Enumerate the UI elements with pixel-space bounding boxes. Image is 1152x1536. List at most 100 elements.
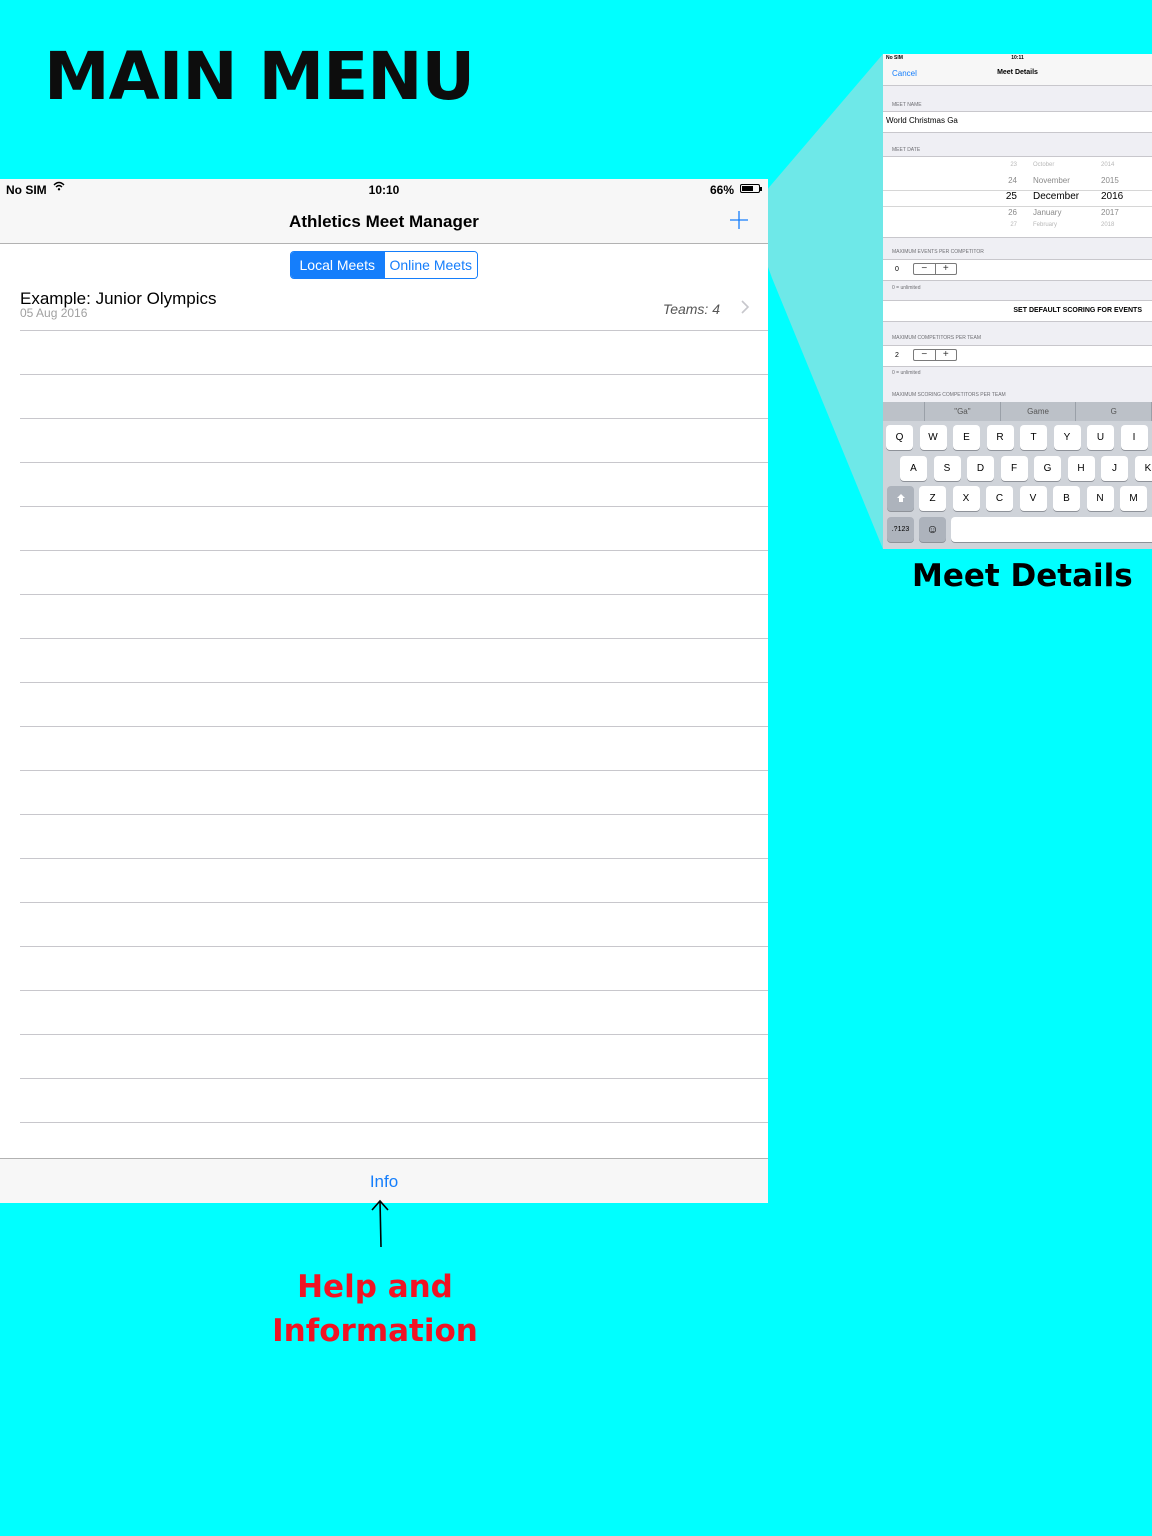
- unlimited-hint: 0 = unlimited: [892, 285, 921, 291]
- table-row-separator: [20, 726, 768, 727]
- decrement-button[interactable]: −: [914, 350, 935, 360]
- table-row-separator: [20, 814, 768, 815]
- picker-row: 23 October 2014: [883, 162, 1152, 177]
- unlimited-hint: 0 = unlimited: [892, 370, 921, 376]
- decrement-button[interactable]: −: [914, 264, 935, 274]
- keyboard-key[interactable]: H: [1067, 456, 1095, 481]
- meet-date-label: MEET DATE: [892, 147, 921, 153]
- increment-button[interactable]: +: [934, 264, 957, 274]
- suggestion-item[interactable]: "Ga": [925, 402, 1001, 421]
- table-row-separator: [20, 418, 768, 419]
- max-competitors-label: MAXIMUM COMPETITORS PER TEAM: [892, 335, 981, 341]
- table-row-separator: [20, 946, 768, 947]
- picker-year: 2016: [1101, 191, 1124, 202]
- meet-details-screen: No SIM 10:11 Cancel Meet Details MEET NA…: [883, 54, 1152, 549]
- keyboard-key[interactable]: U: [1087, 425, 1114, 450]
- max-events-row: 0 − +: [883, 259, 1152, 281]
- picker-month: December: [1033, 191, 1080, 202]
- meet-name-field[interactable]: World Christmas Ga: [883, 111, 1152, 133]
- picker-year: 2018: [1101, 222, 1115, 228]
- keyboard-key[interactable]: Q: [886, 425, 913, 450]
- picker-day: 27: [1010, 222, 1017, 228]
- keyboard-key[interactable]: E: [953, 425, 980, 450]
- segment-local-meets[interactable]: Local Meets: [291, 252, 384, 278]
- help-caption-line2: Information: [272, 1313, 478, 1349]
- keyboard-key[interactable]: N: [1086, 486, 1114, 511]
- meet-list-row[interactable]: Example: Junior Olympics 05 Aug 2016 Tea…: [20, 287, 768, 331]
- table-row-separator: [20, 990, 768, 991]
- keyboard-key[interactable]: B: [1053, 486, 1080, 511]
- picker-year: 2017: [1101, 208, 1119, 217]
- meet-date: 05 Aug 2016: [20, 306, 88, 320]
- set-default-scoring-button[interactable]: SET DEFAULT SCORING FOR EVENTS: [1013, 307, 1142, 314]
- suggestion-bar: "Ga" Game G: [883, 402, 1152, 421]
- info-button[interactable]: Info: [0, 1172, 768, 1192]
- on-screen-keyboard: "Ga" Game G QWERTYUI ASDFGHJK ZXCVBNM .?…: [883, 402, 1152, 549]
- status-bar: No SIM 10:10 66%: [0, 179, 768, 199]
- app-title: Athletics Meet Manager: [289, 212, 479, 231]
- bottom-toolbar: Info: [0, 1158, 768, 1203]
- suggestion-item[interactable]: Game: [1001, 402, 1077, 421]
- max-events-stepper: − +: [913, 263, 957, 275]
- battery-icon: [740, 184, 762, 193]
- max-scoring-label: MAXIMUM SCORING COMPETITORS PER TEAM: [892, 392, 1006, 398]
- emoji-key[interactable]: ☺: [919, 517, 946, 542]
- picker-month: October: [1033, 162, 1055, 168]
- meet-name-label: MEET NAME: [892, 102, 922, 108]
- help-caption: Help and Information: [255, 1265, 495, 1353]
- keyboard-key[interactable]: T: [1020, 425, 1047, 450]
- max-events-label: MAXIMUM EVENTS PER COMPETITOR: [892, 249, 984, 255]
- meet-source-segmented-control: Local Meets Online Meets: [290, 251, 478, 279]
- keyboard-key[interactable]: D: [967, 456, 994, 481]
- meet-name-value: World Christmas Ga: [886, 116, 958, 125]
- table-row-separator: [20, 1034, 768, 1035]
- table-row-separator: [20, 1122, 768, 1123]
- keyboard-key[interactable]: S: [933, 456, 961, 481]
- picker-row-selected: 25 December 2016: [883, 190, 1152, 207]
- keyboard-key[interactable]: C: [986, 486, 1013, 511]
- meet-team-count: Teams: 4: [662, 301, 720, 317]
- picker-day: 23: [1010, 162, 1017, 168]
- increment-button[interactable]: +: [934, 350, 957, 360]
- keyboard-key[interactable]: K: [1134, 456, 1152, 481]
- meet-date-picker[interactable]: 23 October 2014 24 November 2015 25 Dece…: [883, 156, 1152, 238]
- details-navigation-bar: Cancel Meet Details: [883, 62, 1152, 86]
- table-row-separator: [20, 902, 768, 903]
- picker-month: February: [1033, 222, 1058, 228]
- keyboard-key[interactable]: X: [952, 486, 980, 511]
- shift-icon: [896, 494, 905, 502]
- keyboard-key[interactable]: Z: [919, 486, 946, 511]
- suggestion-item[interactable]: G: [1076, 402, 1152, 421]
- max-competitors-value: 2: [895, 352, 899, 359]
- table-row-separator: [20, 462, 768, 463]
- keyboard-key[interactable]: I: [1120, 425, 1148, 450]
- numbers-key[interactable]: .?123: [887, 517, 914, 542]
- keyboard-key[interactable]: F: [1000, 456, 1028, 481]
- keyboard-key[interactable]: J: [1101, 456, 1128, 481]
- keyboard-key[interactable]: M: [1120, 486, 1147, 511]
- table-row-separator: [20, 374, 768, 375]
- picker-month: November: [1033, 176, 1070, 185]
- table-row-separator: [20, 506, 768, 507]
- help-caption-line1: Help and: [297, 1269, 453, 1305]
- chevron-right-icon: [741, 300, 750, 314]
- keyboard-key[interactable]: W: [919, 425, 947, 450]
- details-title: Meet Details: [997, 69, 1038, 76]
- up-arrow-icon: [371, 1199, 389, 1248]
- picker-day: 25: [1005, 191, 1017, 202]
- details-caption: Meet Details: [912, 558, 1133, 594]
- navigation-bar: Athletics Meet Manager: [0, 199, 768, 244]
- space-bar[interactable]: [951, 517, 1152, 542]
- shift-key[interactable]: [887, 486, 914, 511]
- suggestion-item[interactable]: [883, 402, 926, 421]
- picker-row: 24 November 2015: [883, 176, 1152, 191]
- keyboard-key[interactable]: R: [986, 425, 1014, 450]
- keyboard-key[interactable]: V: [1019, 486, 1047, 511]
- keyboard-key[interactable]: Y: [1053, 425, 1081, 450]
- scoring-row: SET DEFAULT SCORING FOR EVENTS: [883, 300, 1152, 322]
- keyboard-key[interactable]: G: [1034, 456, 1061, 481]
- picker-year: 2014: [1101, 162, 1115, 168]
- add-meet-button[interactable]: [728, 209, 750, 231]
- keyboard-key[interactable]: A: [900, 456, 927, 481]
- segment-online-meets[interactable]: Online Meets: [383, 252, 477, 278]
